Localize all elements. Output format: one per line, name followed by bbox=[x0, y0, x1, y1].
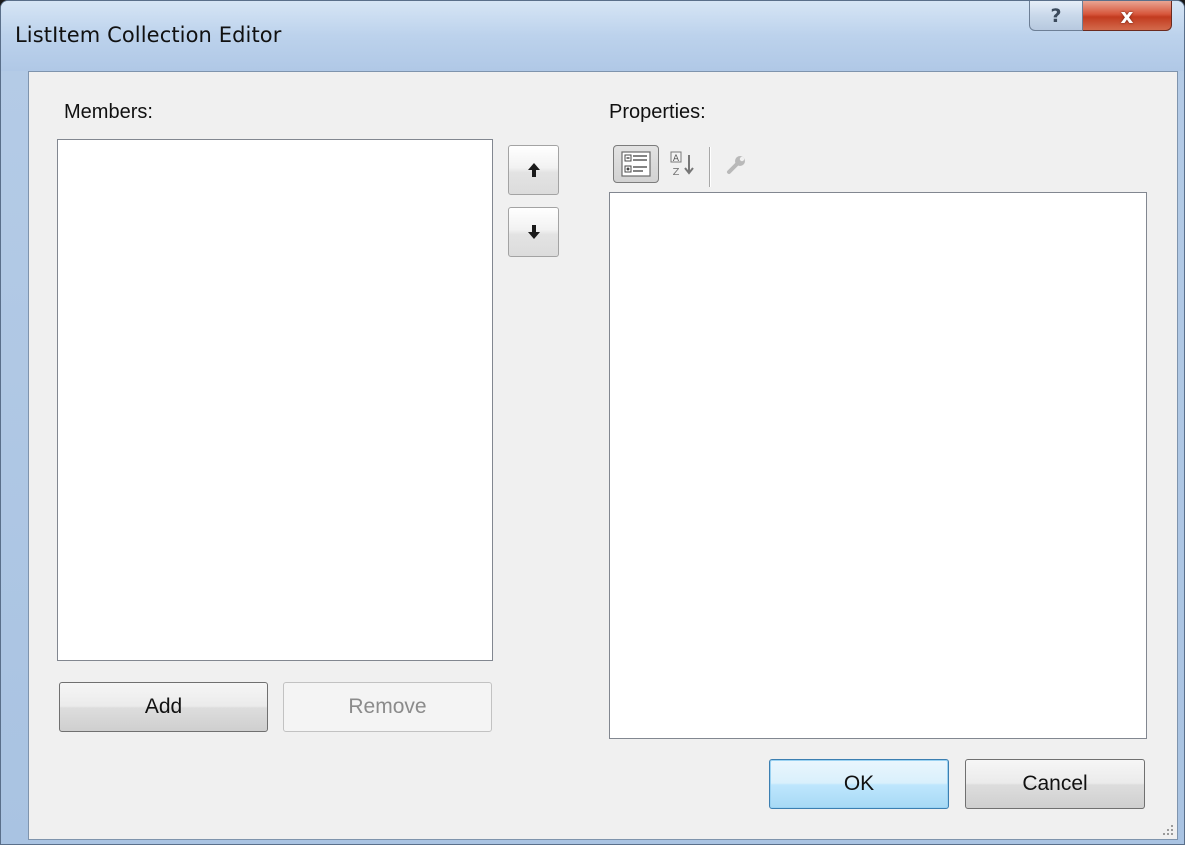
property-grid[interactable] bbox=[609, 192, 1147, 739]
remove-button[interactable]: Remove bbox=[283, 682, 492, 732]
resize-grip[interactable] bbox=[1159, 821, 1173, 835]
caption-buttons: ? x bbox=[1029, 1, 1172, 32]
dialog-title: ListItem Collection Editor bbox=[15, 23, 282, 47]
svg-text:Z: Z bbox=[673, 167, 680, 178]
dialog-client-area: Members: Properties: A Z Add Remove OK C… bbox=[28, 71, 1178, 840]
move-down-button[interactable] bbox=[508, 207, 559, 257]
arrow-up-icon bbox=[527, 163, 540, 177]
arrow-down-icon bbox=[527, 225, 540, 239]
help-icon: ? bbox=[1050, 4, 1062, 27]
sort-alphabetical-icon: A Z bbox=[670, 151, 694, 178]
properties-toolbar: A Z bbox=[609, 145, 809, 187]
categorized-button[interactable] bbox=[613, 145, 659, 183]
cancel-button[interactable]: Cancel bbox=[965, 759, 1145, 809]
add-button[interactable]: Add bbox=[59, 682, 268, 732]
alphabetical-button[interactable]: A Z bbox=[664, 145, 700, 183]
properties-label: Properties: bbox=[609, 101, 706, 123]
svg-text:A: A bbox=[673, 154, 680, 164]
close-icon: x bbox=[1120, 3, 1134, 28]
close-button[interactable]: x bbox=[1083, 1, 1172, 31]
dialog-window: ListItem Collection Editor ? x Members: … bbox=[0, 0, 1185, 845]
wrench-icon bbox=[727, 156, 745, 174]
members-label: Members: bbox=[64, 101, 153, 123]
ok-button[interactable]: OK bbox=[769, 759, 949, 809]
title-bar[interactable]: ListItem Collection Editor ? x bbox=[1, 1, 1184, 71]
property-pages-button[interactable] bbox=[719, 145, 755, 183]
members-listbox[interactable] bbox=[57, 139, 493, 661]
move-up-button[interactable] bbox=[508, 145, 559, 195]
toolbar-separator bbox=[709, 147, 711, 187]
categorized-view-icon bbox=[621, 151, 651, 177]
help-button[interactable]: ? bbox=[1029, 1, 1083, 31]
